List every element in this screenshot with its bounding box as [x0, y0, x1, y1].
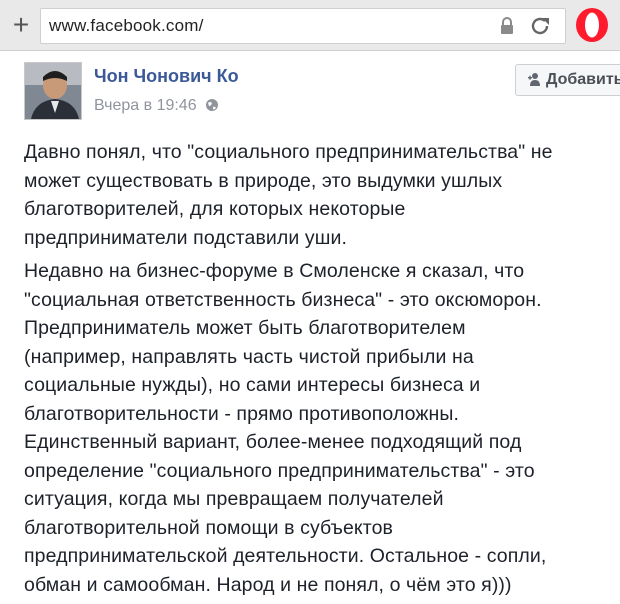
reload-icon[interactable]	[529, 15, 551, 37]
avatar[interactable]	[24, 62, 82, 120]
post-text-line: социальные нужды), но сами интересы бизн…	[24, 374, 481, 396]
opera-logo-icon[interactable]	[574, 7, 610, 43]
browser-toolbar: + www.facebook.com/	[0, 0, 620, 51]
post-text-line: благотворительности - прямо противополож…	[24, 402, 460, 425]
add-friend-icon	[528, 73, 540, 86]
post-text-line: благотворительной помощи в субъектов	[24, 516, 393, 539]
add-friend-label: Добавить	[546, 71, 620, 88]
post-text-line: предпринимательской деятельности. Осталь…	[24, 545, 547, 567]
post-text-line: ситуация, когда мы превращаем получателе…	[24, 488, 444, 510]
post-text-line: (например, направлять часть чистой прибы…	[24, 345, 474, 368]
post-text-line: определение "социального предприниматель…	[24, 459, 535, 482]
post-text-line: обман и самообман. Народ и не понял, о ч…	[24, 573, 512, 596]
address-bar[interactable]: www.facebook.com/	[40, 8, 566, 44]
author-name[interactable]: Чон Чонович Ко	[94, 66, 239, 87]
post-timestamp[interactable]: Вчера в 19:46	[94, 97, 197, 114]
add-friend-button[interactable]: Добавить	[515, 64, 620, 96]
globe-icon	[206, 99, 219, 111]
avatar-photo	[25, 63, 81, 119]
post-text-line: может существовать в природе, это выдумк…	[24, 169, 503, 192]
plus-icon[interactable]: +	[6, 11, 36, 41]
post-text-line: "социальная ответственность бизнеса" - э…	[24, 288, 542, 311]
post-meta: Вчера в 19:46	[94, 97, 219, 115]
url-text[interactable]: www.facebook.com/	[49, 16, 204, 36]
post-text-line: Единственный вариант, более-менее подход…	[24, 431, 522, 453]
lock-icon	[501, 17, 513, 34]
post-paragraph-2: Недавно на бизнес-форуме в Смоленске я с…	[24, 257, 616, 599]
facebook-post: Чон Чонович Ко Вчера в 19:46 Добавить Да…	[0, 51, 620, 604]
post-text-line: Недавно на бизнес-форуме в Смоленске я с…	[24, 260, 525, 282]
post-text-line: Давно понял, что "социального предприним…	[24, 141, 553, 163]
post-text-line: благотворителей, для которых некоторые	[24, 198, 406, 220]
post-paragraph-1: Давно понял, что "социального предприним…	[24, 138, 616, 252]
post-text-line: предприниматели подставили уши.	[24, 226, 347, 249]
post-text-line: Предприниматель может быть благотворител…	[24, 317, 466, 339]
